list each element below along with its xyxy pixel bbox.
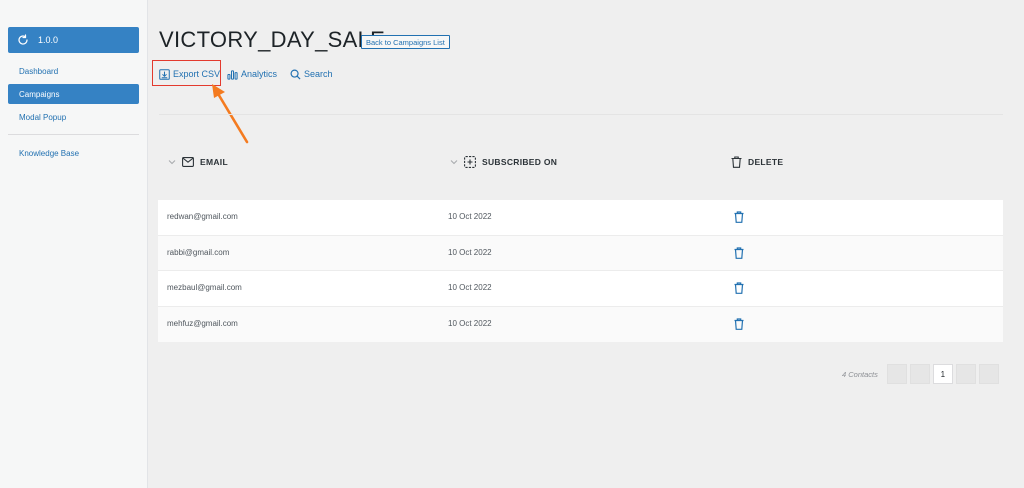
- table-row: rabbi@gmail.com 10 Oct 2022: [158, 235, 1003, 271]
- search-icon: [290, 69, 301, 80]
- sidebar-item-modal-popup[interactable]: Modal Popup: [8, 107, 139, 127]
- trash-icon[interactable]: [734, 317, 744, 330]
- email-cell: rabbi@gmail.com: [167, 247, 230, 257]
- chevron-down-icon: [450, 160, 458, 165]
- version-button[interactable]: 1.0.0: [8, 27, 139, 53]
- sidebar-item-dashboard[interactable]: Dashboard: [8, 61, 139, 81]
- date-cell: 10 Oct 2022: [448, 212, 492, 221]
- search-label: Search: [304, 69, 333, 79]
- subscribed-header-label: SUBSCRIBED ON: [482, 157, 558, 167]
- date-cell: 10 Oct 2022: [448, 283, 492, 292]
- analytics-button[interactable]: Analytics: [227, 66, 277, 82]
- sidebar-item-campaigns[interactable]: Campaigns: [8, 84, 139, 104]
- table-row: redwan@gmail.com 10 Oct 2022: [158, 200, 1003, 236]
- sidebar: 1.0.0 Dashboard Campaigns Modal Popup Kn…: [0, 0, 148, 488]
- delete-header-label: DELETE: [748, 157, 784, 167]
- refresh-icon: [18, 34, 28, 45]
- column-header-email[interactable]: EMAIL: [168, 155, 228, 169]
- calendar-plus-icon: [464, 156, 476, 168]
- export-csv-label: Export CSV: [173, 69, 221, 79]
- date-cell: 10 Oct 2022: [448, 318, 492, 328]
- pagination: 4 Contacts 1: [842, 364, 999, 384]
- download-icon: [159, 68, 170, 80]
- contacts-count: 4 Contacts: [842, 369, 878, 379]
- page-title: VICTORY_DAY_SALE: [159, 27, 386, 52]
- email-cell: mezbaul@gmail.com: [167, 283, 242, 292]
- chevron-down-icon: [168, 160, 176, 165]
- email-header-label: EMAIL: [200, 157, 228, 167]
- next-page-button[interactable]: [955, 364, 976, 384]
- version-label: 1.0.0: [38, 35, 59, 45]
- bar-chart-icon: [227, 69, 238, 80]
- last-page-button[interactable]: [978, 364, 999, 384]
- column-header-delete: DELETE: [731, 155, 783, 169]
- analytics-label: Analytics: [241, 69, 278, 79]
- first-page-button[interactable]: [886, 364, 907, 384]
- page-number-button[interactable]: 1: [932, 364, 953, 384]
- trash-icon[interactable]: [734, 246, 744, 259]
- sidebar-divider: [8, 134, 139, 135]
- table-row: mehfuz@gmail.com 10 Oct 2022: [158, 306, 1003, 342]
- subscribers-table: redwan@gmail.com 10 Oct 2022 rabbi@gmail…: [158, 200, 1003, 342]
- search-button[interactable]: Search: [290, 66, 333, 82]
- trash-icon[interactable]: [734, 211, 744, 223]
- email-cell: redwan@gmail.com: [167, 212, 238, 221]
- main-content: VICTORY_DAY_SALE Back to Campaigns List …: [148, 0, 1024, 488]
- email-cell: mehfuz@gmail.com: [167, 318, 238, 328]
- trash-icon[interactable]: [734, 282, 744, 294]
- prev-page-button[interactable]: [909, 364, 930, 384]
- sidebar-item-knowledge-base[interactable]: Knowledge Base: [8, 143, 139, 163]
- table-row: mezbaul@gmail.com 10 Oct 2022: [158, 271, 1003, 307]
- export-csv-button[interactable]: Export CSV: [159, 66, 220, 82]
- date-cell: 10 Oct 2022: [448, 247, 492, 257]
- trash-icon: [731, 156, 742, 168]
- column-header-subscribed[interactable]: SUBSCRIBED ON: [450, 155, 557, 169]
- back-to-campaigns-button[interactable]: Back to Campaigns List: [361, 35, 450, 49]
- envelope-icon: [182, 157, 194, 167]
- toolbar-divider: [159, 114, 1003, 115]
